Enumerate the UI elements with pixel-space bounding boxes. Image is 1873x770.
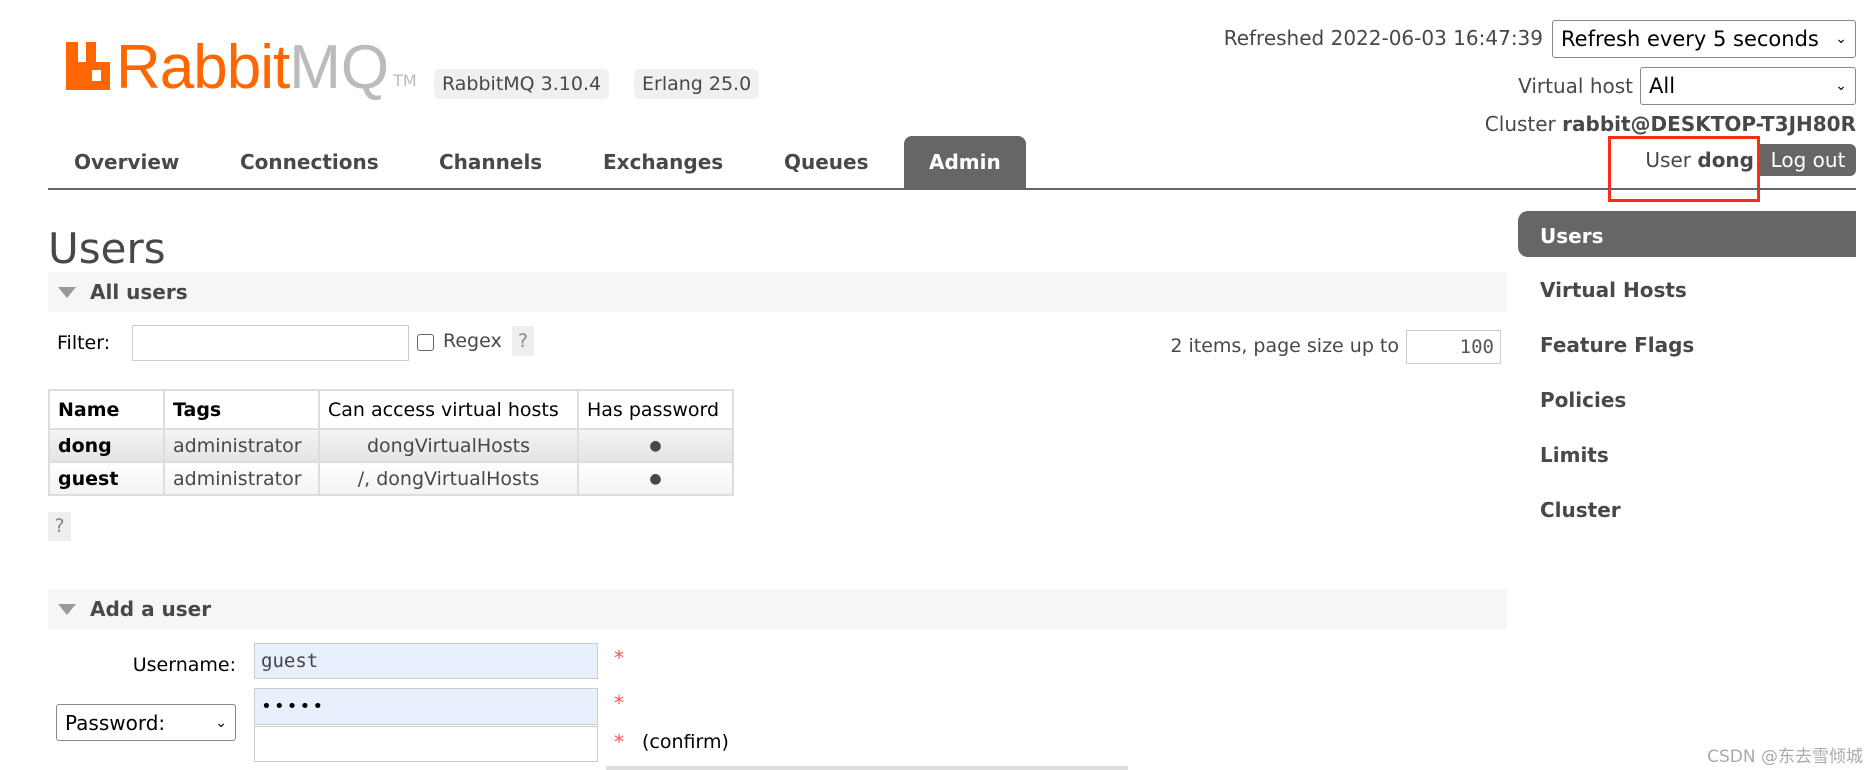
user-name-link[interactable]: guest xyxy=(48,461,165,496)
regex-label: Regex xyxy=(443,330,502,352)
user-tags: administrator xyxy=(163,428,320,463)
nav-divider xyxy=(48,188,1856,190)
section-divider xyxy=(606,766,1128,770)
rabbit-logo-icon xyxy=(66,42,112,90)
column-header-tags[interactable]: Tags xyxy=(163,389,320,430)
required-marker: * xyxy=(614,730,624,754)
logo-text: Rabbit xyxy=(116,33,290,102)
logo-text-mq: MQ xyxy=(289,33,390,102)
user-tags: administrator xyxy=(163,461,320,496)
chevron-down-icon: ⌄ xyxy=(215,714,227,731)
sidebar-item-limits[interactable]: Limits xyxy=(1540,443,1609,467)
tab-overview[interactable]: Overview xyxy=(74,136,179,188)
sidebar-item-cluster[interactable]: Cluster xyxy=(1540,498,1621,522)
required-marker: * xyxy=(614,691,624,715)
tab-connections[interactable]: Connections xyxy=(240,136,379,188)
collapse-triangle-icon xyxy=(58,603,76,615)
has-password-dot: ● xyxy=(577,461,734,496)
page-title: Users xyxy=(48,224,166,273)
sidebar-item-policies[interactable]: Policies xyxy=(1540,388,1626,412)
vhost-label: Virtual host xyxy=(1518,74,1633,98)
chevron-down-icon: ⌄ xyxy=(1835,31,1847,47)
items-count-text: 2 items, page size up to xyxy=(1170,335,1399,357)
sidebar-item-feature-flags[interactable]: Feature Flags xyxy=(1540,333,1694,357)
vhost-select[interactable]: All ⌄ xyxy=(1640,67,1856,105)
password-select-value: Password: xyxy=(65,710,166,735)
column-header-vhosts: Can access virtual hosts xyxy=(318,389,579,430)
all-users-section-header[interactable]: All users xyxy=(48,272,1507,312)
column-header-has-password: Has password xyxy=(577,389,734,430)
version-badge: RabbitMQ 3.10.4 xyxy=(434,69,610,99)
vhost-select-value: All xyxy=(1649,74,1676,98)
logout-button[interactable]: Log out xyxy=(1760,144,1856,176)
username-input[interactable] xyxy=(254,643,598,679)
user-vhosts: dongVirtualHosts xyxy=(318,428,579,463)
cluster-info: Cluster rabbit@DESKTOP-T3JH80R xyxy=(1485,112,1856,136)
page-size-input[interactable] xyxy=(1406,330,1501,364)
highlight-box xyxy=(1608,136,1760,202)
logo-tm: TM xyxy=(393,71,417,90)
filter-input[interactable] xyxy=(132,325,409,361)
collapse-triangle-icon xyxy=(58,286,76,298)
table-row[interactable]: guest administrator /, dongVirtualHosts … xyxy=(48,461,734,496)
sidebar-item-virtual-hosts[interactable]: Virtual Hosts xyxy=(1540,278,1687,302)
tab-queues[interactable]: Queues xyxy=(784,136,869,188)
sidebar-item-users[interactable]: Users xyxy=(1540,224,1603,248)
table-help-button[interactable]: ? xyxy=(48,512,71,541)
refreshed-time: Refreshed 2022-06-03 16:47:39 xyxy=(1223,26,1543,50)
table-row[interactable]: dong administrator dongVirtualHosts ● xyxy=(48,428,734,463)
section-title: Add a user xyxy=(90,597,212,621)
cluster-name: rabbit@DESKTOP-T3JH80R xyxy=(1562,112,1856,136)
watermark: CSDN @东去雪倾城 xyxy=(1707,747,1863,767)
erlang-badge: Erlang 25.0 xyxy=(634,69,760,99)
has-password-dot: ● xyxy=(577,428,734,463)
rabbitmq-logo: Rabbit MQ TM xyxy=(66,33,417,102)
tab-admin[interactable]: Admin xyxy=(904,136,1026,188)
user-vhosts: /, dongVirtualHosts xyxy=(318,461,579,496)
password-type-select[interactable]: Password: ⌄ xyxy=(56,704,236,741)
users-table: Name Tags Can access virtual hosts Has p… xyxy=(48,389,734,496)
refresh-interval-select[interactable]: Refresh every 5 seconds ⌄ xyxy=(1552,20,1856,58)
regex-checkbox[interactable] xyxy=(417,334,434,351)
chevron-down-icon: ⌄ xyxy=(1835,78,1847,94)
tab-channels[interactable]: Channels xyxy=(439,136,542,188)
confirm-label: (confirm) xyxy=(642,731,729,753)
required-marker: * xyxy=(614,646,624,670)
username-label: Username: xyxy=(132,654,236,676)
column-header-name[interactable]: Name xyxy=(48,389,165,430)
user-name-link[interactable]: dong xyxy=(48,428,165,463)
section-title: All users xyxy=(90,280,188,304)
help-button[interactable]: ? xyxy=(512,326,534,356)
confirm-password-input[interactable] xyxy=(254,726,598,762)
password-input[interactable] xyxy=(254,688,598,725)
refresh-select-value: Refresh every 5 seconds xyxy=(1561,27,1819,51)
tab-exchanges[interactable]: Exchanges xyxy=(603,136,723,188)
cluster-label: Cluster xyxy=(1484,112,1563,136)
add-user-section-header[interactable]: Add a user xyxy=(48,589,1507,629)
filter-label: Filter: xyxy=(57,332,111,354)
